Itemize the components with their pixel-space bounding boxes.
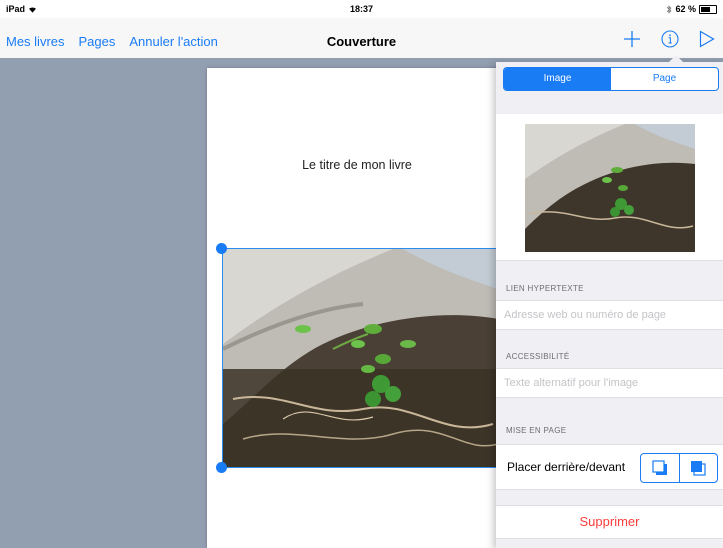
selected-image[interactable]: [222, 248, 497, 468]
image-inspector-popover: Image Page LIEN HYPERTEXTE Adresse web o…: [496, 55, 723, 548]
plant-photo: [223, 249, 496, 467]
status-time: 18:37: [349, 4, 374, 14]
image-preview-card: [496, 114, 723, 261]
inspector-tabs: Image Page: [503, 67, 719, 91]
accessibility-section-label: ACCESSIBILITÉ: [506, 352, 570, 361]
play-icon[interactable]: [699, 30, 715, 48]
navigation-bar: Mes livres Pages Annuler l'action Couver…: [0, 18, 723, 58]
plus-icon[interactable]: [623, 30, 641, 48]
battery-percent: 62 %: [675, 4, 696, 14]
send-back-icon: [652, 460, 667, 475]
inspector-spacer: [496, 92, 723, 115]
resize-handle-top-left[interactable]: [216, 243, 227, 254]
layout-section-label: MISE EN PAGE: [506, 426, 567, 435]
hyperlink-input[interactable]: Adresse web ou numéro de page: [496, 300, 723, 330]
hyperlink-section-label: LIEN HYPERTEXTE: [506, 284, 584, 293]
bring-forward-button[interactable]: [678, 454, 718, 482]
send-backward-button[interactable]: [641, 454, 679, 482]
nav-actions: [623, 30, 715, 48]
bluetooth-icon: [667, 4, 672, 14]
tab-page[interactable]: Page: [611, 68, 718, 90]
plant-thumbnail: [525, 124, 695, 252]
image-thumbnail[interactable]: [525, 124, 695, 252]
status-right: 62 %: [666, 4, 717, 14]
battery-icon: [699, 4, 717, 14]
arrange-label: Placer derrière/devant: [507, 460, 626, 474]
resize-handle-bottom-left[interactable]: [216, 462, 227, 473]
status-bar: iPad 18:37 62 %: [0, 0, 723, 18]
arrange-row: Placer derrière/devant: [496, 444, 723, 490]
delete-button[interactable]: Supprimer: [496, 505, 723, 539]
alt-text-placeholder: Texte alternatif pour l'image: [504, 377, 639, 389]
nav-title: Couverture: [326, 34, 397, 49]
bring-front-icon: [691, 461, 706, 476]
tab-image[interactable]: Image: [504, 68, 611, 90]
hyperlink-placeholder: Adresse web ou numéro de page: [504, 309, 667, 321]
arrange-control: [640, 453, 718, 483]
book-title-text[interactable]: Le titre de mon livre: [207, 158, 507, 172]
popover-arrow: [668, 55, 684, 63]
delete-label: Supprimer: [579, 514, 640, 529]
battery-fill: [701, 6, 710, 12]
alt-text-input[interactable]: Texte alternatif pour l'image: [496, 368, 723, 398]
info-icon[interactable]: [661, 30, 679, 48]
